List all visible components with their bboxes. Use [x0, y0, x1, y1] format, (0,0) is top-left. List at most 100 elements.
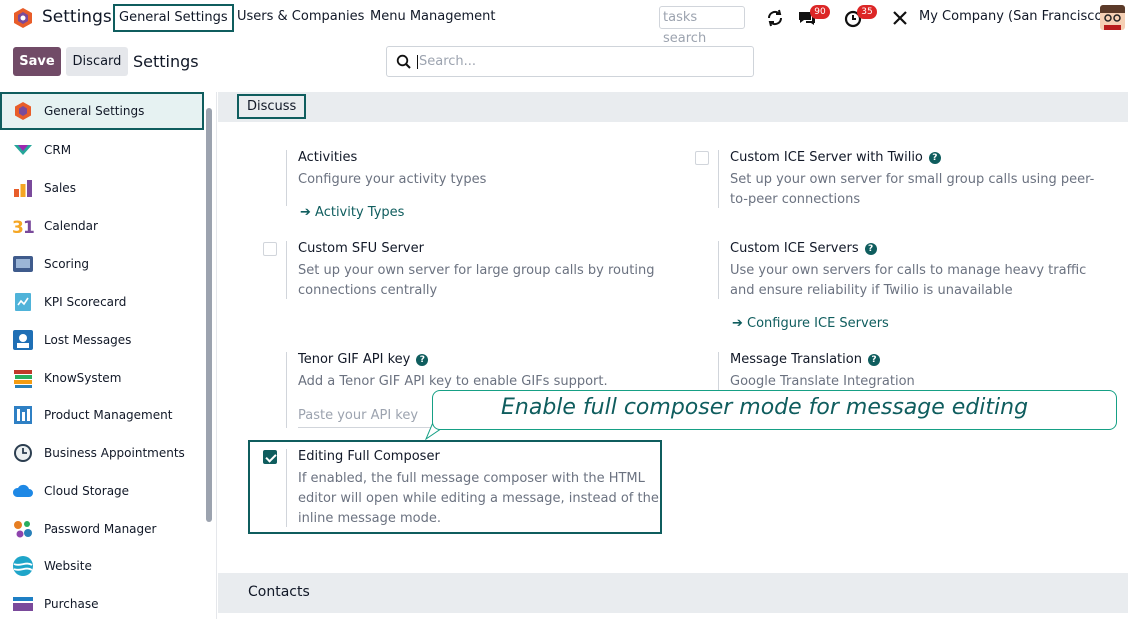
refresh-icon[interactable]	[764, 7, 786, 29]
help-icon[interactable]: ?	[416, 354, 429, 366]
search-icon	[396, 54, 411, 69]
sidebar-item-label: KnowSystem	[44, 371, 122, 385]
sidebar-item-calendar[interactable]: 3 1 Calendar	[0, 207, 204, 245]
setting-sfu: Custom SFU Server Set up your own server…	[286, 241, 686, 301]
setting-description: If enabled, the full message composer wi…	[298, 471, 659, 526]
sidebar-item-label: Sales	[44, 181, 76, 195]
purchase-icon	[13, 597, 33, 611]
setting-description: Use your own servers for calls to manage…	[730, 263, 1087, 298]
sidebar-item-label: General Settings	[44, 104, 145, 118]
arrow-right-icon: ➔	[300, 205, 316, 220]
setting-divider	[286, 241, 287, 299]
sidebar-item-label: Cloud Storage	[44, 484, 130, 498]
discard-button[interactable]: Discard	[66, 47, 128, 76]
sidebar-item-purchase[interactable]: Purchase	[0, 585, 204, 619]
setting-title: Activities	[298, 150, 358, 165]
setting-title: Custom ICE Servers?	[730, 241, 877, 256]
setting-title: Message Translation?	[730, 352, 880, 367]
help-icon[interactable]: ?	[867, 354, 880, 366]
section-header-contacts: Contacts	[218, 573, 1128, 613]
setting-activities: Activities Configure your activity types…	[286, 150, 686, 225]
sidebar-item-website[interactable]: Website	[0, 547, 204, 585]
setting-title: Tenor GIF API key?	[298, 352, 429, 367]
section-title-discuss: Discuss	[237, 94, 307, 119]
knowsystem-icon	[14, 370, 32, 388]
setting-description: Configure your activity types	[298, 172, 487, 187]
setting-divider	[286, 449, 287, 527]
save-button[interactable]: Save	[13, 47, 61, 76]
menu-general-settings[interactable]: General Settings	[113, 4, 234, 32]
sidebar-item-label: Password Manager	[44, 522, 157, 536]
menu-users-companies[interactable]: Users & Companies	[233, 4, 368, 32]
password-manager-icon	[14, 521, 32, 538]
setting-description: Google Translate Integration	[730, 374, 915, 389]
tools-icon[interactable]	[889, 7, 911, 29]
setting-editing-full-composer: Editing Full Composer If enabled, the fu…	[286, 449, 666, 529]
sidebar-item-sales[interactable]: Sales	[0, 169, 204, 207]
sidebar-item-product-management[interactable]: Product Management	[0, 396, 204, 434]
setting-title: Custom SFU Server	[298, 241, 424, 256]
settings-main: Discuss Activities Configure your activi…	[218, 92, 1130, 619]
settings-search-input[interactable]: Search...	[386, 46, 754, 77]
sidebar-item-business-appointments[interactable]: Business Appointments	[0, 434, 204, 472]
sidebar-item-label: Website	[44, 559, 92, 573]
setting-title: Custom ICE Server with Twilio?	[730, 150, 941, 165]
breadcrumb-title: Settings	[133, 52, 199, 71]
sidebar-item-password-manager[interactable]: Password Manager	[0, 510, 204, 548]
sidebar-item-label: Purchase	[44, 597, 99, 611]
cloud-storage-icon	[12, 484, 33, 497]
sidebar-item-label: CRM	[44, 143, 72, 157]
setting-description: Set up your own server for large group c…	[298, 263, 655, 298]
callout-tooltip: Enable full composer mode for message ed…	[432, 390, 1117, 430]
scoring-icon	[13, 256, 33, 272]
sidebar-item-scoring[interactable]: Scoring	[0, 245, 204, 283]
help-icon[interactable]: ?	[864, 243, 877, 255]
sidebar-item-label: Business Appointments	[44, 446, 185, 460]
website-icon	[13, 556, 33, 576]
general-settings-icon	[15, 102, 31, 120]
setting-title: Editing Full Composer	[298, 449, 440, 464]
ice-twilio-checkbox[interactable]	[695, 151, 709, 165]
section-title-contacts: Contacts	[248, 584, 310, 600]
setting-description: Set up your own server for small group c…	[730, 172, 1095, 207]
kpi-scorecard-icon	[15, 293, 31, 311]
sidebar-item-label: Lost Messages	[44, 333, 132, 347]
activity-types-link[interactable]: ➔ Activity Types	[300, 205, 404, 220]
sidebar-item-label: KPI Scorecard	[44, 295, 127, 309]
menu-menu-management[interactable]: Menu Management	[366, 4, 499, 32]
arrow-right-icon: ➔	[732, 316, 748, 331]
search-placeholder: Search...	[417, 54, 477, 69]
sfu-checkbox[interactable]	[263, 242, 277, 256]
sidebar-item-label: Scoring	[44, 257, 90, 271]
help-icon[interactable]: ?	[928, 152, 941, 164]
sidebar-item-cloud-storage[interactable]: Cloud Storage	[0, 472, 204, 510]
tasks-search-input[interactable]: tasks search	[659, 6, 745, 46]
settings-app-icon[interactable]	[12, 7, 34, 29]
configure-ice-servers-link[interactable]: ➔ Configure ICE Servers	[732, 316, 889, 331]
setting-divider	[718, 352, 719, 390]
company-switcher[interactable]: My Company (San Francisco)	[919, 9, 1107, 24]
app-name[interactable]: Settings	[42, 7, 112, 27]
business-appointments-icon	[14, 444, 32, 462]
setting-divider	[286, 352, 287, 428]
setting-description: Add a Tenor GIF API key to enable GIFs s…	[298, 374, 608, 389]
setting-divider	[718, 241, 719, 299]
sidebar-item-crm[interactable]: CRM	[0, 131, 204, 169]
section-header-discuss: Discuss	[218, 92, 1128, 122]
lost-messages-icon	[13, 330, 33, 350]
user-avatar[interactable]	[1100, 5, 1125, 30]
top-navbar: Settings General Settings Users & Compan…	[0, 0, 1130, 46]
product-management-icon	[14, 406, 32, 424]
sidebar-item-general-settings[interactable]: General Settings	[0, 92, 204, 130]
settings-sidebar: General Settings CRM Sales 3 1 Calendar …	[0, 92, 217, 619]
sidebar-scrollbar[interactable]	[206, 108, 212, 522]
sidebar-item-label: Calendar	[44, 219, 98, 233]
sidebar-item-kpi-scorecard[interactable]: KPI Scorecard	[0, 283, 204, 321]
chat-badge: 90	[810, 5, 830, 19]
activity-badge: 35	[857, 5, 877, 19]
sidebar-item-knowsystem[interactable]: KnowSystem	[0, 359, 204, 397]
editing-full-composer-checkbox[interactable]	[263, 450, 277, 464]
sidebar-item-lost-messages[interactable]: Lost Messages	[0, 321, 204, 359]
setting-ice-servers: Custom ICE Servers? Use your own servers…	[718, 241, 1118, 331]
setting-ice-twilio: Custom ICE Server with Twilio? Set up yo…	[718, 150, 1118, 210]
